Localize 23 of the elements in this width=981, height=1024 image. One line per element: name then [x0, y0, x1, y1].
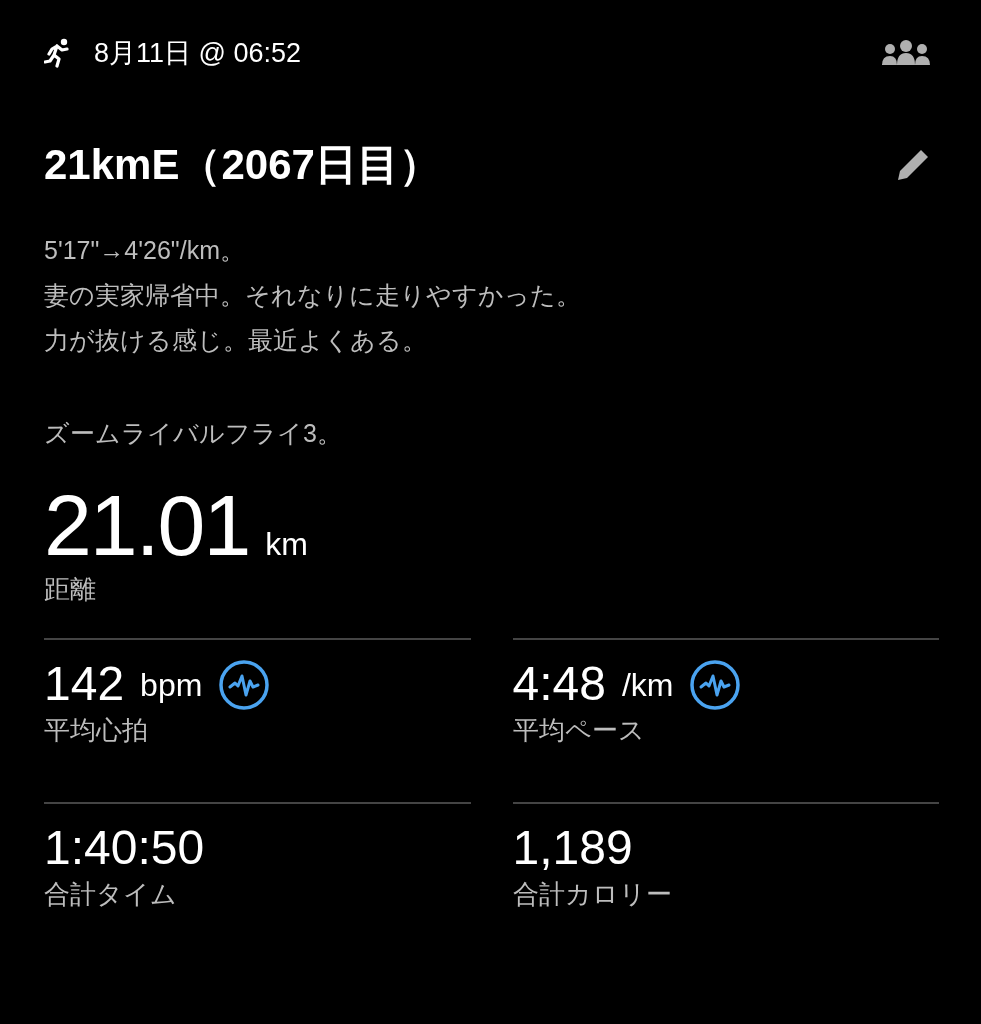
distance-unit: km [265, 528, 308, 561]
heart-rate-chart-icon[interactable] [218, 658, 271, 711]
heart-rate-chart-icon[interactable] [689, 658, 742, 711]
description-line: 力が抜ける感じ。最近よくある。 [44, 325, 428, 357]
stat-value: 142 [44, 658, 125, 711]
stat-label: 平均心拍 [44, 714, 149, 747]
distance-value: 21.01 [44, 482, 250, 569]
running-icon [44, 38, 70, 68]
activity-title: 21kmE（2067日目） [44, 142, 442, 189]
description-line: 妻の実家帰省中。それなりに走りやすかった。 [44, 280, 582, 312]
stat-label: 合計タイム [44, 878, 178, 911]
description-line: 5'17"→4'26"/km。 [44, 235, 246, 267]
stat-label: 平均ペース [512, 714, 646, 747]
group-icon[interactable] [881, 40, 931, 66]
stat-unit: /km [621, 665, 674, 705]
description-line: ズームライバルフライ3。 [44, 418, 343, 450]
stat-value: 1:40:50 [44, 822, 205, 875]
stat-label: 合計カロリー [512, 878, 673, 911]
stat-unit: bpm [140, 665, 203, 705]
stat-value: 4:48 [512, 658, 606, 711]
date-time: 8月11日 @ 06:52 [94, 36, 302, 70]
distance-label: 距離 [44, 576, 97, 603]
stat-value: 1,189 [512, 822, 633, 875]
